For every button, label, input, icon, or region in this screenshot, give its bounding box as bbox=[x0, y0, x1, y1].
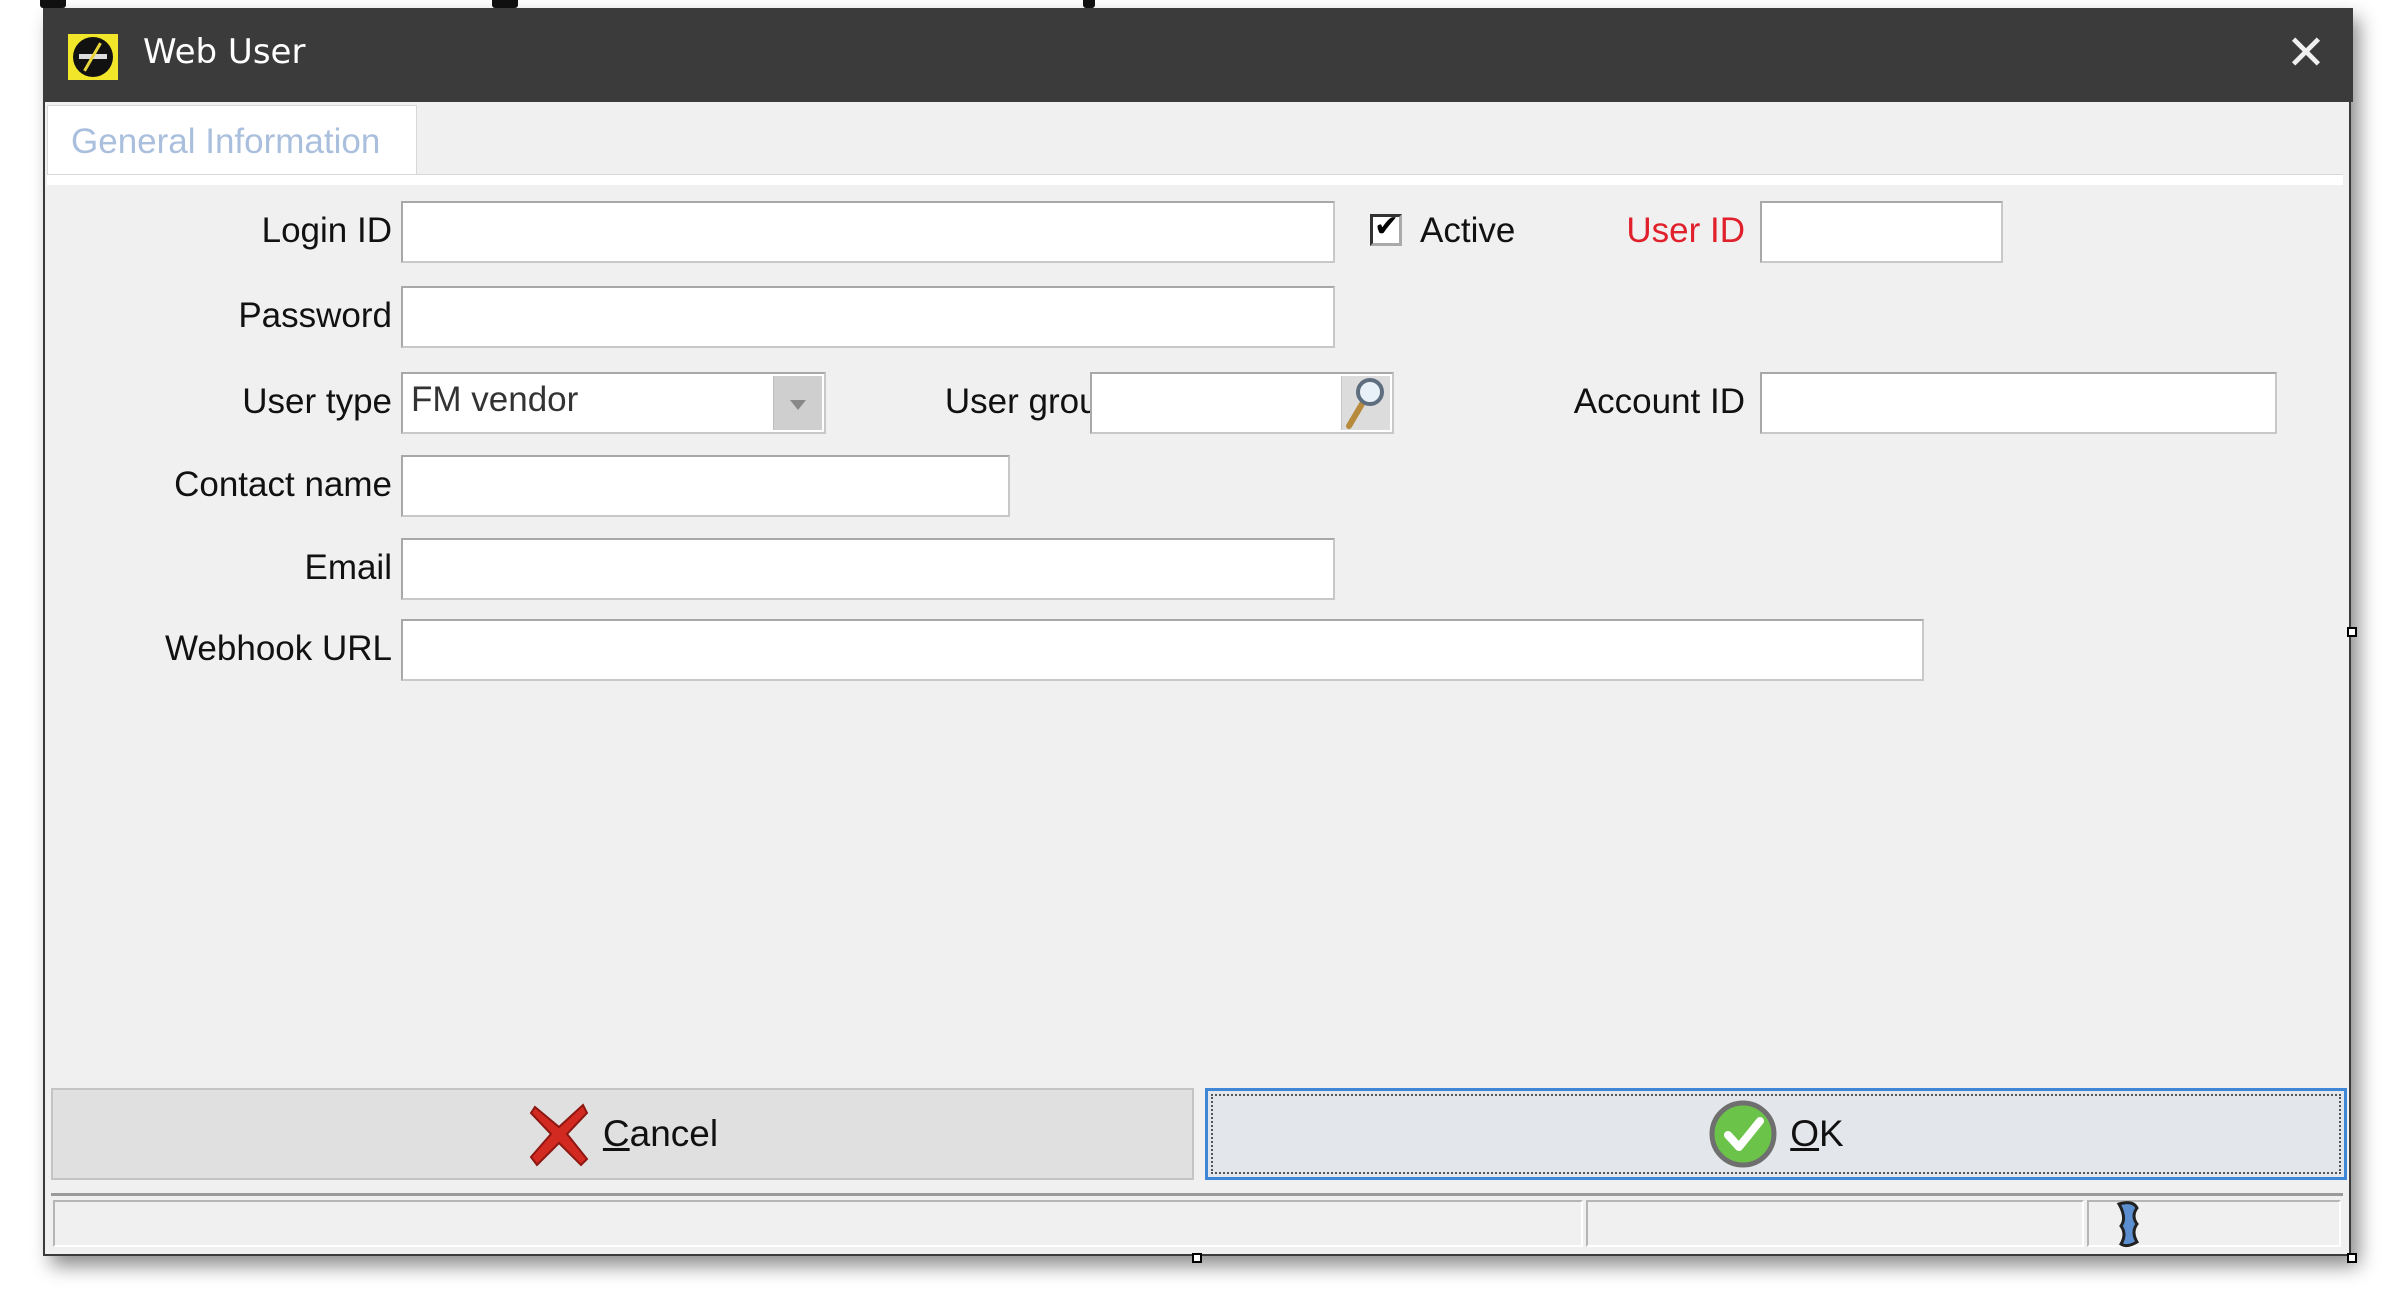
status-segment bbox=[53, 1200, 1583, 1247]
magnifier-icon[interactable] bbox=[1341, 376, 1390, 430]
login-id-input[interactable] bbox=[401, 201, 1335, 263]
password-label: Password bbox=[238, 296, 392, 336]
password-input[interactable] bbox=[401, 286, 1335, 348]
status-segment bbox=[2087, 1200, 2341, 1247]
green-check-icon bbox=[1708, 1099, 1778, 1169]
tab-label: General Information bbox=[71, 122, 380, 162]
resize-handle[interactable] bbox=[2347, 1253, 2357, 1263]
chevron-down-icon[interactable] bbox=[773, 376, 822, 430]
active-checkbox[interactable]: ✔ bbox=[1370, 214, 1402, 246]
status-bar bbox=[51, 1193, 2343, 1251]
resize-handle[interactable] bbox=[1192, 1253, 1202, 1263]
user-group-input[interactable] bbox=[1090, 372, 1394, 434]
cancel-button[interactable]: Cancel bbox=[51, 1088, 1194, 1180]
contact-name-input[interactable] bbox=[401, 455, 1010, 517]
ok-button[interactable]: OK bbox=[1205, 1088, 2347, 1180]
ok-label: OK bbox=[1790, 1113, 1843, 1155]
active-label[interactable]: Active bbox=[1420, 211, 1515, 251]
webhook-url-input[interactable] bbox=[401, 619, 1924, 681]
resize-handle[interactable] bbox=[2347, 627, 2357, 637]
user-type-select[interactable]: FM vendor bbox=[401, 372, 826, 434]
red-x-icon bbox=[527, 1099, 591, 1169]
login-id-label: Login ID bbox=[262, 211, 392, 251]
user-id-input[interactable] bbox=[1760, 201, 2003, 263]
app-logo-icon bbox=[68, 34, 118, 80]
user-type-label: User type bbox=[242, 382, 392, 422]
background-text-fragment bbox=[1083, 0, 1095, 8]
email-input[interactable] bbox=[401, 538, 1335, 600]
web-user-dialog: Web User ✕ General Information Login ID … bbox=[43, 8, 2351, 1256]
check-icon: ✔ bbox=[1374, 209, 1399, 244]
background-text-fragment bbox=[40, 0, 66, 8]
user-id-label: User ID bbox=[1626, 211, 1745, 251]
close-icon[interactable]: ✕ bbox=[2281, 28, 2331, 78]
window-title: Web User bbox=[143, 32, 305, 72]
account-id-input[interactable] bbox=[1760, 372, 2277, 434]
webhook-url-label: Webhook URL bbox=[165, 629, 392, 669]
tab-general-information[interactable]: General Information bbox=[47, 105, 417, 175]
account-id-label: Account ID bbox=[1574, 382, 1745, 422]
status-segment bbox=[1586, 1200, 2084, 1247]
email-label: Email bbox=[304, 548, 392, 588]
cancel-label: Cancel bbox=[603, 1113, 718, 1155]
scroll-icon bbox=[2109, 1200, 2149, 1250]
title-bar[interactable]: Web User ✕ bbox=[43, 8, 2353, 102]
background-text-fragment bbox=[492, 0, 518, 8]
tab-panel-edge bbox=[47, 174, 2343, 185]
user-type-value: FM vendor bbox=[411, 380, 578, 419]
contact-name-label: Contact name bbox=[174, 465, 392, 505]
